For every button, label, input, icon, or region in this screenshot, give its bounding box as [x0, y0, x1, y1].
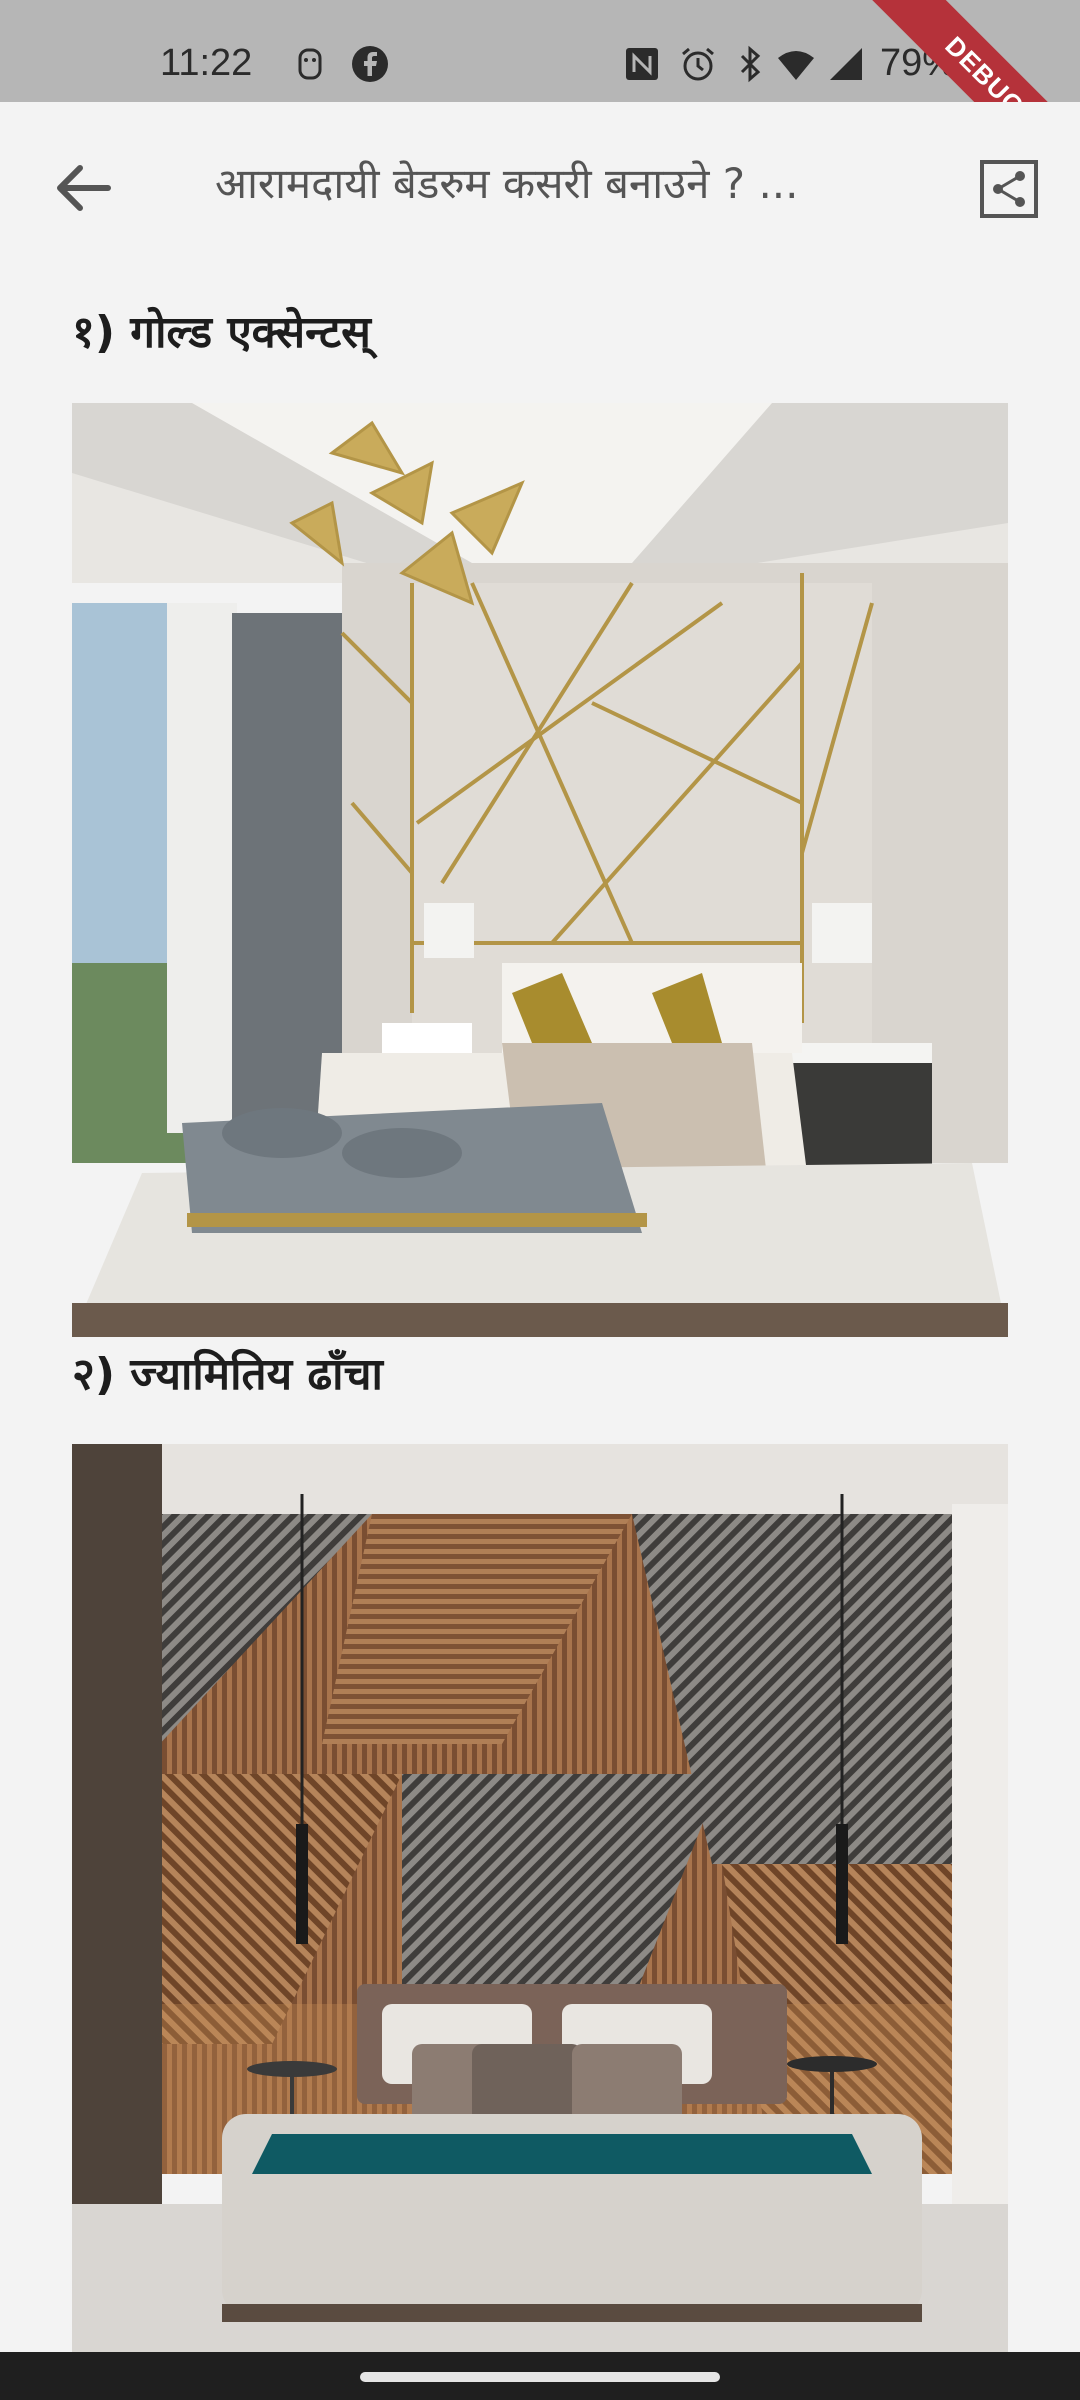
home-indicator[interactable] [360, 2372, 720, 2382]
navigation-bar [0, 2352, 1080, 2400]
facebook-icon [352, 46, 388, 82]
section-heading-gold-accents: १) गोल्ड एक्सेन्टस् [72, 307, 371, 358]
app-bar: आरामदायी बेडरुम कसरी बनाउने ? ... [0, 102, 1080, 272]
arrow-back-icon [57, 165, 111, 211]
wifi-icon [778, 51, 814, 80]
signal-icon [830, 48, 862, 80]
back-button[interactable] [48, 152, 120, 224]
page-title: आरामदायी बेडरुम कसरी बनाउने ? ... [215, 159, 799, 208]
section-heading-geometric-pattern: २) ज्यामितिय ढाँचा [72, 1349, 383, 1400]
alarm-icon [682, 47, 714, 81]
bedroom-gold-accents-image [72, 403, 1008, 1337]
bedroom-geometric-pattern-image [72, 1444, 1008, 2352]
share-button[interactable] [978, 158, 1040, 220]
share-icon [980, 160, 1038, 218]
notification-icon [298, 48, 322, 80]
bluetooth-icon [740, 45, 761, 83]
nfc-icon [626, 48, 658, 80]
status-time: 11:22 [160, 42, 253, 84]
